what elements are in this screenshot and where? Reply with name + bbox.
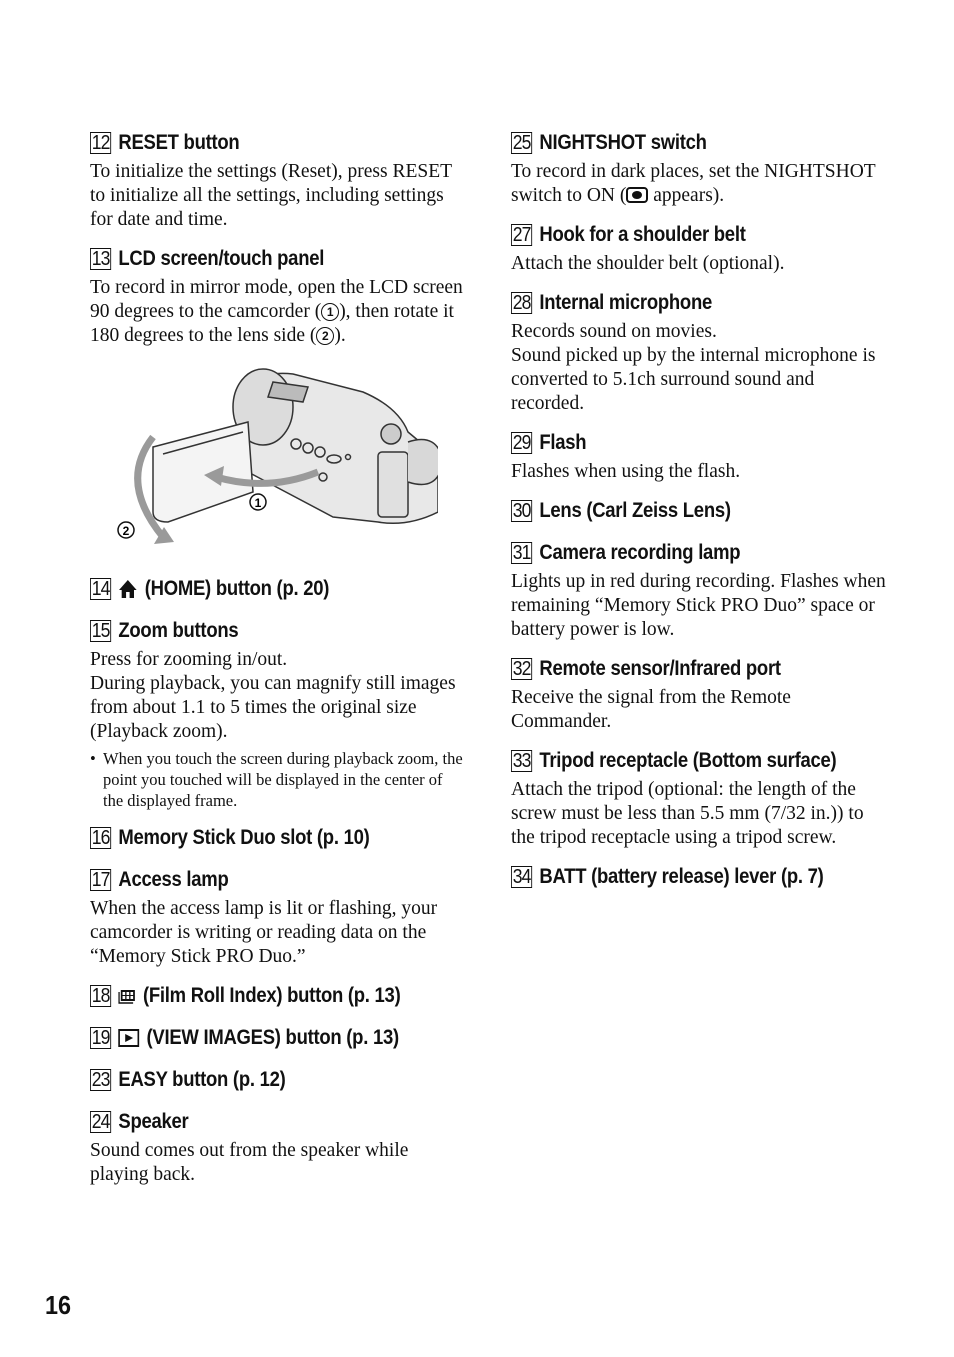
nightshot-icon: [626, 187, 649, 203]
circled-number-2: 2: [316, 327, 335, 345]
item-number: 19: [90, 1027, 112, 1049]
item-title: Camera recording lamp: [539, 541, 741, 564]
item-number: 14: [90, 578, 112, 600]
item-lcd-screen: 13 LCD screen/touch panel To record in mi…: [90, 244, 465, 562]
circled-number-1: 1: [321, 303, 340, 321]
item-title: Flash: [539, 431, 587, 454]
item-description: Records sound on movies.: [511, 321, 717, 342]
right-column: 25 NIGHTSHOT switch To record in dark pla…: [511, 128, 891, 904]
item-number: 32: [511, 658, 533, 680]
item-internal-microphone: 28 Internal microphone Records sound on m…: [511, 288, 891, 416]
item-title: (VIEW IMAGES) button (p. 13): [146, 1026, 400, 1049]
item-speaker: 24 Speaker Sound comes out from the speak…: [90, 1107, 465, 1187]
item-title: BATT (battery release) lever (p. 7): [539, 865, 824, 888]
camcorder-illustration: 1 2: [117, 368, 444, 544]
item-description: Flashes when using the flash.: [511, 461, 741, 482]
home-icon: [119, 580, 137, 598]
item-title: Remote sensor/Infrared port: [539, 657, 781, 680]
item-view-images: 19 (VIEW IMAGES) button (p. 13): [90, 1023, 465, 1053]
item-number: 25: [511, 132, 533, 154]
item-description: Attach the tripod (optional: the length …: [511, 779, 864, 848]
item-title: (Film Roll Index) button (p. 13): [143, 984, 401, 1007]
item-title: LCD screen/touch panel: [118, 247, 325, 270]
item-nightshot-switch: 25 NIGHTSHOT switch To record in dark pla…: [511, 128, 891, 208]
item-number: 33: [511, 750, 533, 772]
item-flash: 29 Flash Flashes when using the flash.: [511, 428, 891, 484]
item-lens: 30 Lens (Carl Zeiss Lens): [511, 496, 891, 526]
item-description: To record in mirror mode, open the LCD s…: [90, 277, 463, 346]
item-description: Attach the shoulder belt (optional).: [511, 253, 785, 274]
item-number: 27: [511, 224, 533, 246]
item-easy-button: 23 EASY button (p. 12): [90, 1065, 465, 1095]
item-number: 31: [511, 542, 533, 564]
item-title: Memory Stick Duo slot (p. 10): [118, 826, 370, 849]
item-description: Press for zooming in/out.: [90, 649, 288, 670]
item-access-lamp: 17 Access lamp When the access lamp is li…: [90, 865, 465, 969]
item-number: 28: [511, 292, 533, 314]
item-description: Receive the signal from the Remote Comma…: [511, 687, 791, 732]
item-tripod-receptacle: 33 Tripod receptacle (Bottom surface) Att…: [511, 746, 891, 850]
item-description: Sound comes out from the speaker while p…: [90, 1140, 409, 1185]
item-title: EASY button (p. 12): [118, 1068, 286, 1091]
item-number: 17: [90, 869, 112, 891]
item-camera-recording-lamp: 31 Camera recording lamp Lights up in red…: [511, 538, 891, 642]
item-reset-button: 12 RESET button To initialize the setting…: [90, 128, 465, 232]
item-zoom-buttons: 15 Zoom buttons Press for zooming in/out.…: [90, 616, 465, 811]
item-number: 29: [511, 432, 533, 454]
item-number: 16: [90, 827, 112, 849]
item-shoulder-belt-hook: 27 Hook for a shoulder belt Attach the sh…: [511, 220, 891, 276]
page-number: 16: [45, 1290, 72, 1320]
item-number: 34: [511, 866, 533, 888]
item-title: RESET button: [118, 131, 240, 154]
item-description: To record in dark places, set the NIGHTS…: [511, 161, 876, 206]
figure-label-2: 2: [123, 524, 130, 538]
item-number: 24: [90, 1111, 112, 1133]
item-description: Sound picked up by the internal micropho…: [511, 345, 876, 414]
item-film-roll-index: 18 (Film Roll Index) button (p. 13): [90, 981, 465, 1011]
item-title: (HOME) button (p. 20): [144, 577, 330, 600]
film-roll-index-icon: [118, 990, 136, 1004]
item-number: 12: [90, 132, 112, 154]
left-column: 12 RESET button To initialize the setting…: [90, 128, 465, 1199]
item-title: Internal microphone: [539, 291, 713, 314]
item-number: 18: [90, 985, 112, 1007]
item-description: To initialize the settings (Reset), pres…: [90, 161, 452, 230]
item-title: Tripod receptacle (Bottom surface): [539, 749, 837, 772]
item-note: When you touch the screen during playbac…: [90, 748, 465, 811]
item-batt-lever: 34 BATT (battery release) lever (p. 7): [511, 862, 891, 892]
item-title: Speaker: [118, 1110, 189, 1133]
item-remote-sensor: 32 Remote sensor/Infrared port Receive th…: [511, 654, 891, 734]
item-memory-stick-slot: 16 Memory Stick Duo slot (p. 10): [90, 823, 465, 853]
item-title: NIGHTSHOT switch: [539, 131, 707, 154]
item-description: During playback, you can magnify still i…: [90, 673, 456, 742]
item-title: Hook for a shoulder belt: [539, 223, 746, 246]
figure-label-1: 1: [255, 496, 262, 510]
item-description: Lights up in red during recording. Flash…: [511, 571, 886, 640]
item-title: Zoom buttons: [118, 619, 239, 642]
item-title: Lens (Carl Zeiss Lens): [539, 499, 731, 522]
item-number: 30: [511, 500, 533, 522]
item-number: 13: [90, 248, 112, 270]
item-number: 23: [90, 1069, 112, 1091]
item-description: When the access lamp is lit or flashing,…: [90, 898, 438, 967]
item-number: 15: [90, 620, 112, 642]
view-images-icon: [118, 1029, 140, 1047]
item-home-button: 14 (HOME) button (p. 20): [90, 574, 465, 604]
item-title: Access lamp: [118, 868, 229, 891]
